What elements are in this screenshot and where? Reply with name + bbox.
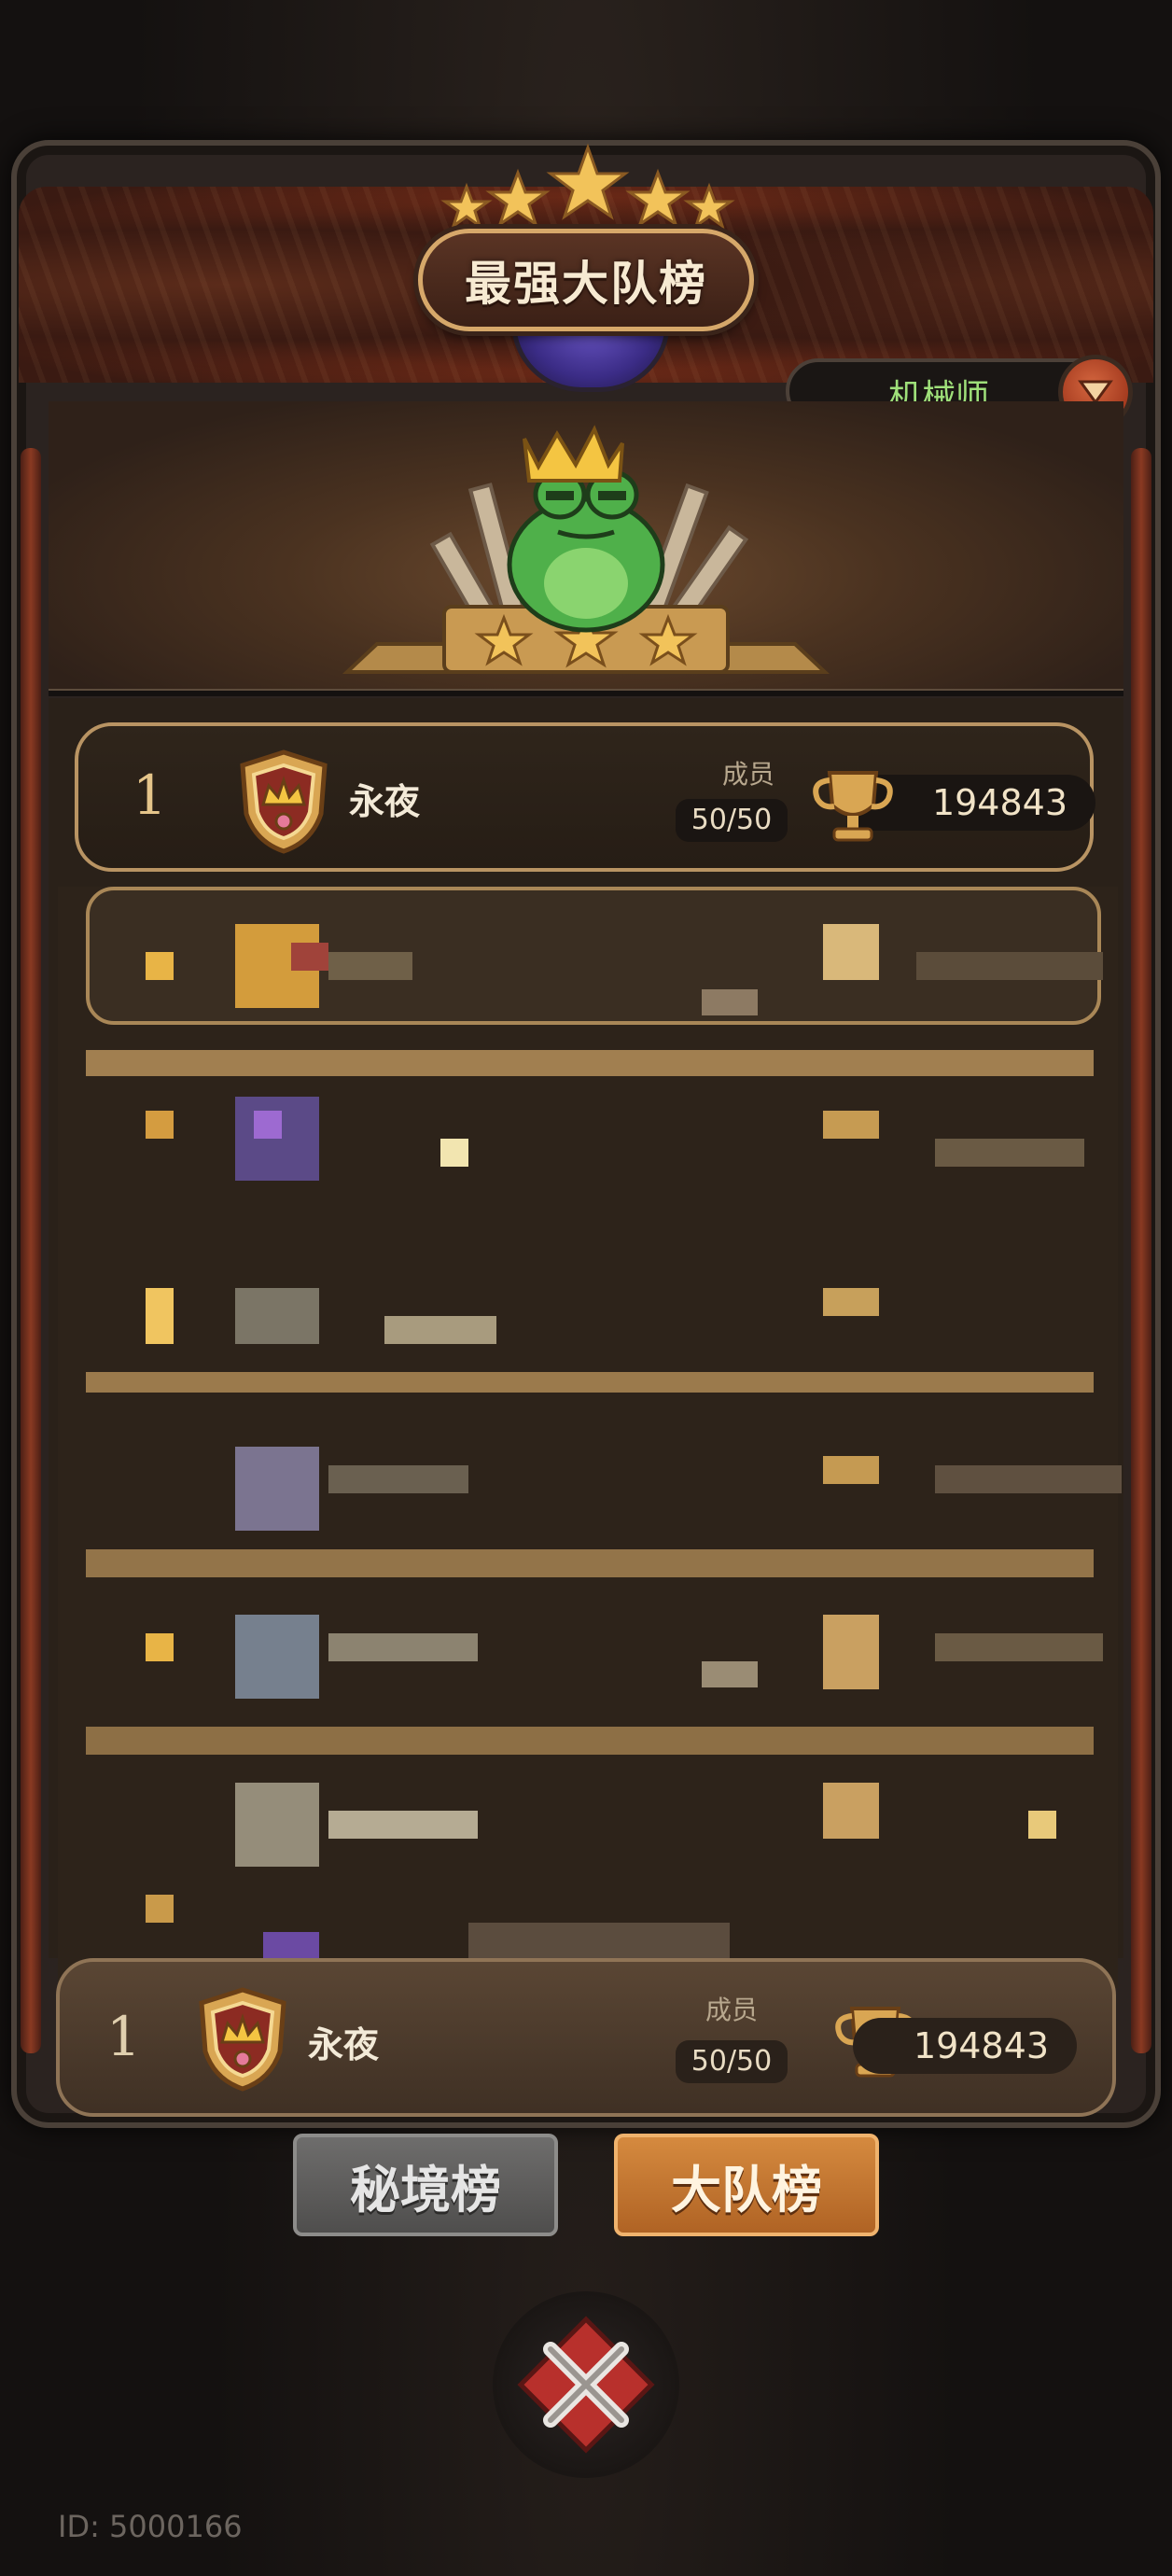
tab-team[interactable]: 大队榜: [614, 2134, 879, 2236]
pixelated-rows: [58, 887, 1122, 1988]
close-icon: [517, 2316, 655, 2454]
crown-shield-icon: [240, 749, 328, 854]
page-title: 最强大队榜: [465, 257, 707, 311]
champion-showcase: [49, 401, 1123, 691]
team-name: 永夜: [349, 781, 421, 822]
left-rail: [21, 448, 41, 2053]
my-rank-number: 1: [106, 2005, 141, 2068]
leaderboard-tabs: 秘境榜 大队榜: [0, 2134, 1172, 2236]
my-team-row[interactable]: 1 永夜 成员 50/50 194843: [56, 1958, 1116, 2117]
trophy-icon: [813, 771, 893, 842]
hero-divider: [49, 689, 1123, 696]
champion-mascot-icon: [342, 425, 830, 674]
my-members-value: 50/50: [676, 2040, 788, 2083]
tab-team-label: 大队榜: [671, 2160, 822, 2219]
my-members-label: 成员: [705, 1995, 758, 2025]
members-label: 成员: [721, 759, 774, 790]
rank-number: 1: [133, 763, 167, 827]
members-value: 50/50: [676, 799, 788, 842]
tab-secret-realm-label: 秘境榜: [350, 2160, 501, 2219]
leaderboard-row-top[interactable]: 1 永夜 成员 50/50 194843: [75, 722, 1095, 872]
title-plate: 最强大队榜: [418, 229, 754, 331]
player-id: ID: 5000166: [58, 2509, 243, 2544]
my-score-value: 194843: [853, 2018, 1077, 2074]
right-rail: [1131, 448, 1151, 2053]
close-button[interactable]: [493, 2291, 679, 2478]
tab-secret-realm[interactable]: 秘境榜: [293, 2134, 558, 2236]
crown-shield-icon: [199, 1987, 286, 2092]
rank-stars-icon: [440, 143, 735, 230]
my-team-name: 永夜: [308, 2024, 380, 2065]
